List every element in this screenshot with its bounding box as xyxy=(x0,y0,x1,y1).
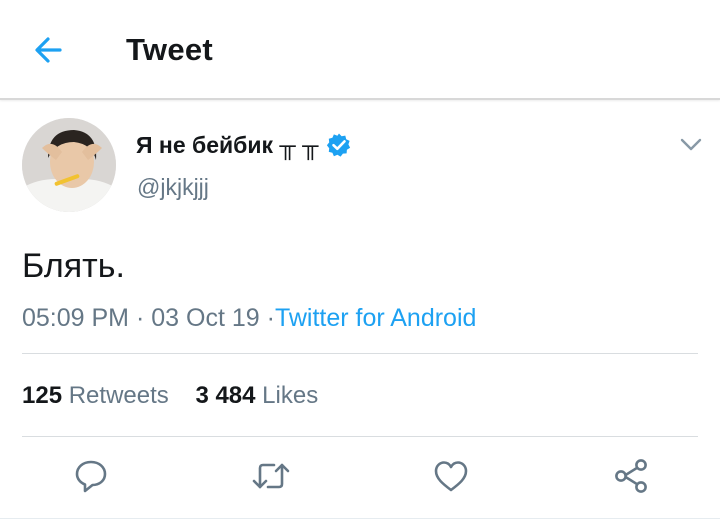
chevron-down-icon xyxy=(680,138,702,151)
arrow-left-icon xyxy=(35,37,62,63)
tweet-meta: 05:09 PM · 03 Oct 19 ·Twitter for Androi… xyxy=(22,302,476,334)
author-name-row[interactable]: Я не бейбик ╥ ╥ xyxy=(136,130,352,160)
like-icon xyxy=(434,461,468,492)
divider xyxy=(22,436,698,437)
verified-badge-icon xyxy=(327,133,351,157)
retweet-button[interactable] xyxy=(251,456,291,496)
like-button[interactable] xyxy=(431,456,471,496)
tweet-text: Блять. xyxy=(22,247,125,285)
back-button[interactable] xyxy=(28,30,68,70)
reply-button[interactable] xyxy=(71,456,111,496)
retweets-stat[interactable]: 125 Retweets xyxy=(22,382,169,409)
tweet-actions xyxy=(0,452,720,502)
top-bar: Tweet xyxy=(0,0,720,100)
likes-count: 3 484 xyxy=(195,382,256,409)
share-button[interactable] xyxy=(611,456,651,496)
retweet-icon xyxy=(252,463,290,489)
tweet-stats: 125 Retweets 3 484 Likes xyxy=(22,380,318,412)
bottom-divider xyxy=(0,518,720,519)
divider xyxy=(22,353,698,354)
author-display-name[interactable]: Я не бейбик ╥ ╥ xyxy=(136,132,318,159)
likes-stat[interactable]: 3 484 Likes xyxy=(195,382,318,409)
likes-label: Likes xyxy=(262,382,319,409)
tweet-time: 05:09 PM xyxy=(22,304,130,332)
meta-separator: · xyxy=(266,304,275,332)
retweets-label: Retweets xyxy=(68,382,169,409)
tweet-source-link[interactable]: Twitter for Android xyxy=(275,304,476,332)
share-icon xyxy=(615,459,647,493)
author-handle[interactable]: @jkjkjjj xyxy=(137,174,209,201)
avatar[interactable] xyxy=(22,118,116,212)
profile-photo xyxy=(22,118,116,212)
tweet-date: 03 Oct 19 xyxy=(151,304,260,332)
reply-icon xyxy=(75,460,107,493)
retweets-count: 125 xyxy=(22,382,63,409)
page-title: Tweet xyxy=(126,32,214,67)
tweet-menu-button[interactable] xyxy=(676,132,706,158)
meta-separator: · xyxy=(135,304,145,332)
